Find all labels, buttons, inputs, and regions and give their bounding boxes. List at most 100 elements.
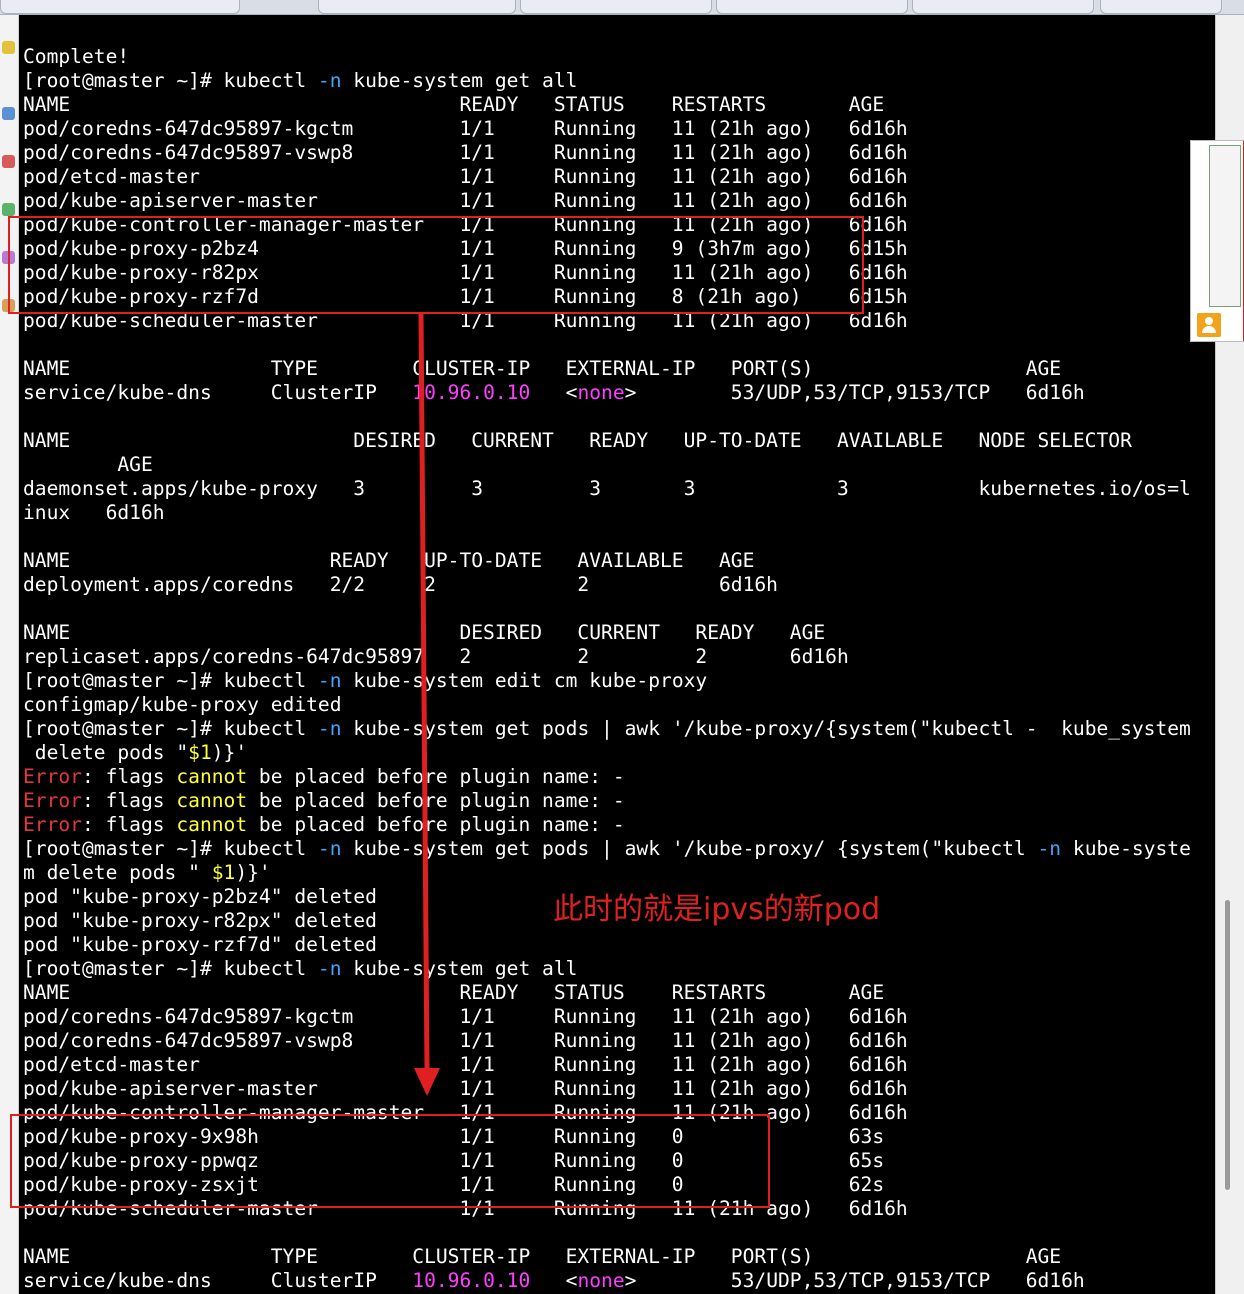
app-icon[interactable]: [2, 203, 15, 216]
terminal-line: pod "kube-proxy-p2bz4" deleted: [23, 885, 377, 909]
star-icon[interactable]: [2, 41, 15, 54]
terminal-text: pod/kube-apiserver-master 1/1 Running 11…: [23, 189, 908, 212]
terminal-text: )}': [235, 861, 271, 884]
terminal-line: pod/kube-apiserver-master 1/1 Running 11…: [23, 1077, 908, 1101]
terminal-text: AGE: [23, 453, 153, 476]
terminal-text: )}': [211, 741, 248, 764]
browser-tab[interactable]: [912, 0, 1094, 14]
terminal-line: inux 6d16h: [23, 501, 165, 525]
terminal-line: pod "kube-proxy-rzf7d" deleted: [23, 933, 377, 957]
terminal-line: Complete!: [23, 45, 129, 69]
terminal-line: configmap/kube-proxy edited: [23, 693, 342, 717]
browser-tab[interactable]: [1100, 0, 1222, 14]
terminal-line: NAME TYPE CLUSTER-IP EXTERNAL-IP PORT(S)…: [23, 357, 1061, 381]
terminal-text: deployment.apps/coredns 2/2 2 2 6d16h: [23, 573, 778, 596]
terminal-text: -n: [317, 957, 342, 980]
terminal-line: m delete pods " $1)}': [23, 861, 271, 885]
terminal-line: [root@master ~]# kubectl -n kube-system …: [23, 957, 577, 981]
annotation-text: 此时的就是ipvs的新pod: [553, 892, 881, 927]
terminal-text: <: [530, 381, 578, 404]
terminal-line: pod/etcd-master 1/1 Running 11 (21h ago)…: [23, 165, 908, 189]
terminal-line: daemonset.apps/kube-proxy 3 3 3 3 3 kube…: [23, 477, 1191, 501]
terminal-line: NAME DESIRED CURRENT READY UP-TO-DATE AV…: [23, 429, 1132, 453]
terminal-text: Error: [23, 765, 82, 788]
user-icon[interactable]: [1197, 313, 1221, 337]
terminal-text: NAME READY STATUS RESTARTS AGE: [23, 93, 885, 116]
terminal-line: service/kube-dns ClusterIP 10.96.0.10 <n…: [23, 1269, 1085, 1293]
vertical-scrollbar[interactable]: [1225, 900, 1230, 1190]
app-icon[interactable]: [2, 107, 15, 120]
terminal-text: -n: [317, 717, 342, 740]
terminal-text: Error: [23, 789, 82, 812]
terminal-line: pod/kube-apiserver-master 1/1 Running 11…: [23, 189, 908, 213]
thumbnail-preview: [1209, 145, 1241, 307]
window-thumbnail[interactable]: [1190, 140, 1244, 342]
terminal-line: [root@master ~]# kubectl -n kube-system …: [23, 669, 707, 693]
terminal-text: $1: [188, 741, 212, 764]
terminal-line: pod/coredns-647dc95897-vswp8 1/1 Running…: [23, 1029, 908, 1053]
terminal-text: delete pods ": [23, 741, 189, 764]
terminal-text: > 53/UDP,53/TCP,9153/TCP 6d16h: [624, 381, 1085, 404]
arrow-shaft: [418, 313, 430, 1071]
terminal-text: m delete pods ": [23, 861, 212, 884]
terminal-text: pod/coredns-647dc95897-vswp8 1/1 Running…: [23, 1029, 908, 1052]
terminal-line: [root@master ~]# kubectl -n kube-system …: [23, 837, 1191, 861]
terminal-text: kube-syste: [1061, 837, 1191, 860]
terminal-text: Error: [23, 813, 82, 836]
terminal-line: Error: flags cannot be placed before plu…: [23, 765, 625, 789]
terminal-text: NAME TYPE CLUSTER-IP EXTERNAL-IP PORT(S)…: [23, 357, 1062, 380]
terminal-line: AGE: [23, 453, 153, 477]
terminal-text: pod "kube-proxy-p2bz4" deleted: [23, 885, 377, 908]
terminal-text: pod/coredns-647dc95897-kgctm 1/1 Running…: [23, 1005, 908, 1028]
terminal-line: [root@master ~]# kubectl -n kube-system …: [23, 717, 1191, 741]
left-toolbar: [0, 15, 19, 1294]
terminal-output[interactable]: Complete! [root@master ~]# kubectl -n kub…: [19, 15, 1215, 1294]
terminal-text: 10.96.0.10: [412, 1269, 531, 1292]
browser-tab-strip: [0, 0, 1244, 15]
browser-tab[interactable]: [520, 0, 712, 14]
browser-tab[interactable]: [0, 0, 240, 14]
arrow-head: [414, 1068, 440, 1096]
terminal-text: : flags: [81, 813, 177, 836]
terminal-text: pod/coredns-647dc95897-vswp8 1/1 Running…: [23, 141, 908, 164]
terminal-line: [root@master ~]# kubectl -n kube-system …: [23, 69, 577, 93]
terminal-text: $1: [211, 861, 236, 884]
terminal-text: : flags: [81, 765, 177, 788]
terminal-text: -n: [317, 669, 342, 692]
terminal-text: > 53/UDP,53/TCP,9153/TCP 6d16h: [624, 1269, 1085, 1292]
terminal-text: kube-system get pods | awk '/kube-proxy/…: [341, 717, 1191, 740]
terminal-line: NAME TYPE CLUSTER-IP EXTERNAL-IP PORT(S)…: [23, 1245, 1061, 1269]
terminal-line: NAME READY UP-TO-DATE AVAILABLE AGE: [23, 549, 754, 573]
browser-tab[interactable]: [716, 0, 908, 14]
terminal-text: none: [577, 1269, 625, 1292]
terminal-text: pod/etcd-master 1/1 Running 11 (21h ago)…: [23, 1053, 908, 1076]
terminal-text: kube-system get all: [341, 957, 578, 980]
terminal-text: service/kube-dns ClusterIP: [23, 381, 413, 404]
terminal-text: cannot: [176, 813, 248, 836]
terminal-text: : flags: [81, 789, 177, 812]
terminal-text: service/kube-dns ClusterIP: [23, 1269, 413, 1292]
terminal-line: pod "kube-proxy-r82px" deleted: [23, 909, 377, 933]
terminal-text: NAME READY UP-TO-DATE AVAILABLE AGE: [23, 549, 755, 572]
terminal-text: [root@master ~]# kubectl: [23, 69, 318, 92]
terminal-text: pod/etcd-master 1/1 Running 11 (21h ago)…: [23, 165, 908, 188]
terminal-line: Error: flags cannot be placed before plu…: [23, 813, 625, 837]
terminal-text: none: [577, 381, 625, 404]
terminal-text: -n: [317, 837, 342, 860]
terminal-text: configmap/kube-proxy edited: [23, 693, 342, 716]
terminal-text: kube-system get all: [341, 69, 578, 92]
terminal-text: cannot: [176, 765, 248, 788]
terminal-text: -n: [317, 69, 342, 92]
terminal-line: pod/etcd-master 1/1 Running 11 (21h ago)…: [23, 1053, 908, 1077]
terminal-text: pod/coredns-647dc95897-kgctm 1/1 Running…: [23, 117, 908, 140]
terminal-text: [root@master ~]# kubectl: [23, 837, 318, 860]
terminal-line: pod/coredns-647dc95897-kgctm 1/1 Running…: [23, 1005, 908, 1029]
terminal-text: daemonset.apps/kube-proxy 3 3 3 3 3 kube…: [23, 477, 1191, 500]
terminal-text: cannot: [176, 789, 248, 812]
terminal-line: NAME READY STATUS RESTARTS AGE: [23, 93, 884, 117]
terminal-line: delete pods "$1)}': [23, 741, 247, 765]
browser-tab[interactable]: [318, 0, 516, 14]
app-icon[interactable]: [2, 155, 15, 168]
highlight-box-new-proxy-pods: [10, 1114, 770, 1208]
terminal-text: pod/kube-apiserver-master 1/1 Running 11…: [23, 1077, 908, 1100]
